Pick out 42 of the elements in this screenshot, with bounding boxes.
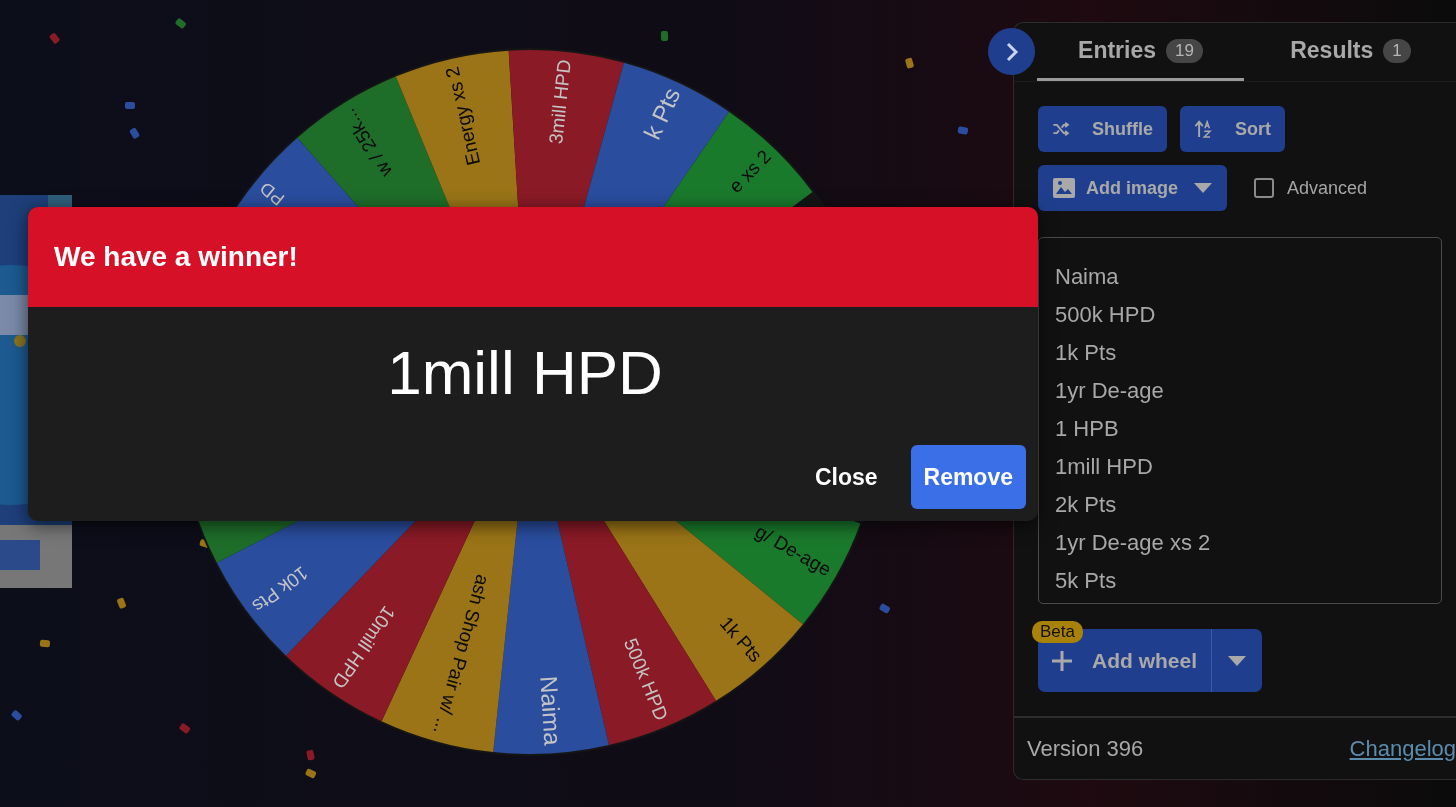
entry-text: 1k Pts [1055,339,1118,367]
wheel-label: 1k Pts [715,612,767,667]
changelog-link[interactable]: Changelog [1349,735,1456,762]
close-button[interactable]: Close [801,445,891,509]
entries-field[interactable]: Naima 500k HPD 1k Pts 1yr De-age 1 HPB 1mill HPD 2k Pts 1yr De-age xs 2 5k Pts [1038,237,1442,604]
shuffle-button[interactable]: Shuffle [1038,106,1167,152]
tab[interactable]: Entries 19 [1037,23,1244,81]
wheel-label: Naima [535,675,567,747]
sort-button[interactable]: Sort [1180,106,1285,152]
remove-button[interactable]: Remove [910,445,1026,509]
collapse-button[interactable] [988,28,1035,75]
entry-text: 1yr De-age xs 2 [1055,529,1212,557]
count-badge: 19 [1166,38,1203,63]
wheel-label: e xs 2 [724,145,775,197]
advanced-label: Advanced [1287,177,1368,199]
add-image-button[interactable]: Add image [1038,165,1227,211]
entry-text: 2k Pts [1055,491,1118,519]
entry-text: 1yr De-age [1055,377,1165,405]
version-text: Version 396 [1027,735,1144,762]
wheel-label: k Pts [638,83,686,144]
entry-text: 1 HPB [1055,415,1120,443]
dialog-title: We have a winner! [54,241,298,273]
wheel-label: 3mill HPD [545,58,575,145]
wheel-label: PD [256,178,289,210]
beta-badge: Beta [1032,621,1083,643]
image-icon [1052,176,1076,200]
entry-text: 1mill HPD [1055,453,1154,481]
caret-icon [1194,183,1212,193]
advanced-checkbox[interactable] [1254,178,1274,198]
wheel-label: Energy xs 2 [441,64,485,168]
plus-icon [1052,650,1072,671]
entry-text: Naima [1055,263,1120,291]
wheel-label: 10k Pts [248,562,312,617]
winner-text: 1mill HPD [386,337,664,408]
count-badge: 1 [1383,38,1411,63]
entry-text: 500k HPD [1055,301,1157,329]
wheel-label: ash Shop Pair w/ ... [429,572,494,737]
tab[interactable]: Results 1 [1244,23,1456,81]
caret-icon [1228,655,1246,666]
chevron-icon [1004,40,1019,63]
entry-text: 5k Pts [1055,567,1118,595]
wheel-label: 500k HPD [619,635,673,724]
